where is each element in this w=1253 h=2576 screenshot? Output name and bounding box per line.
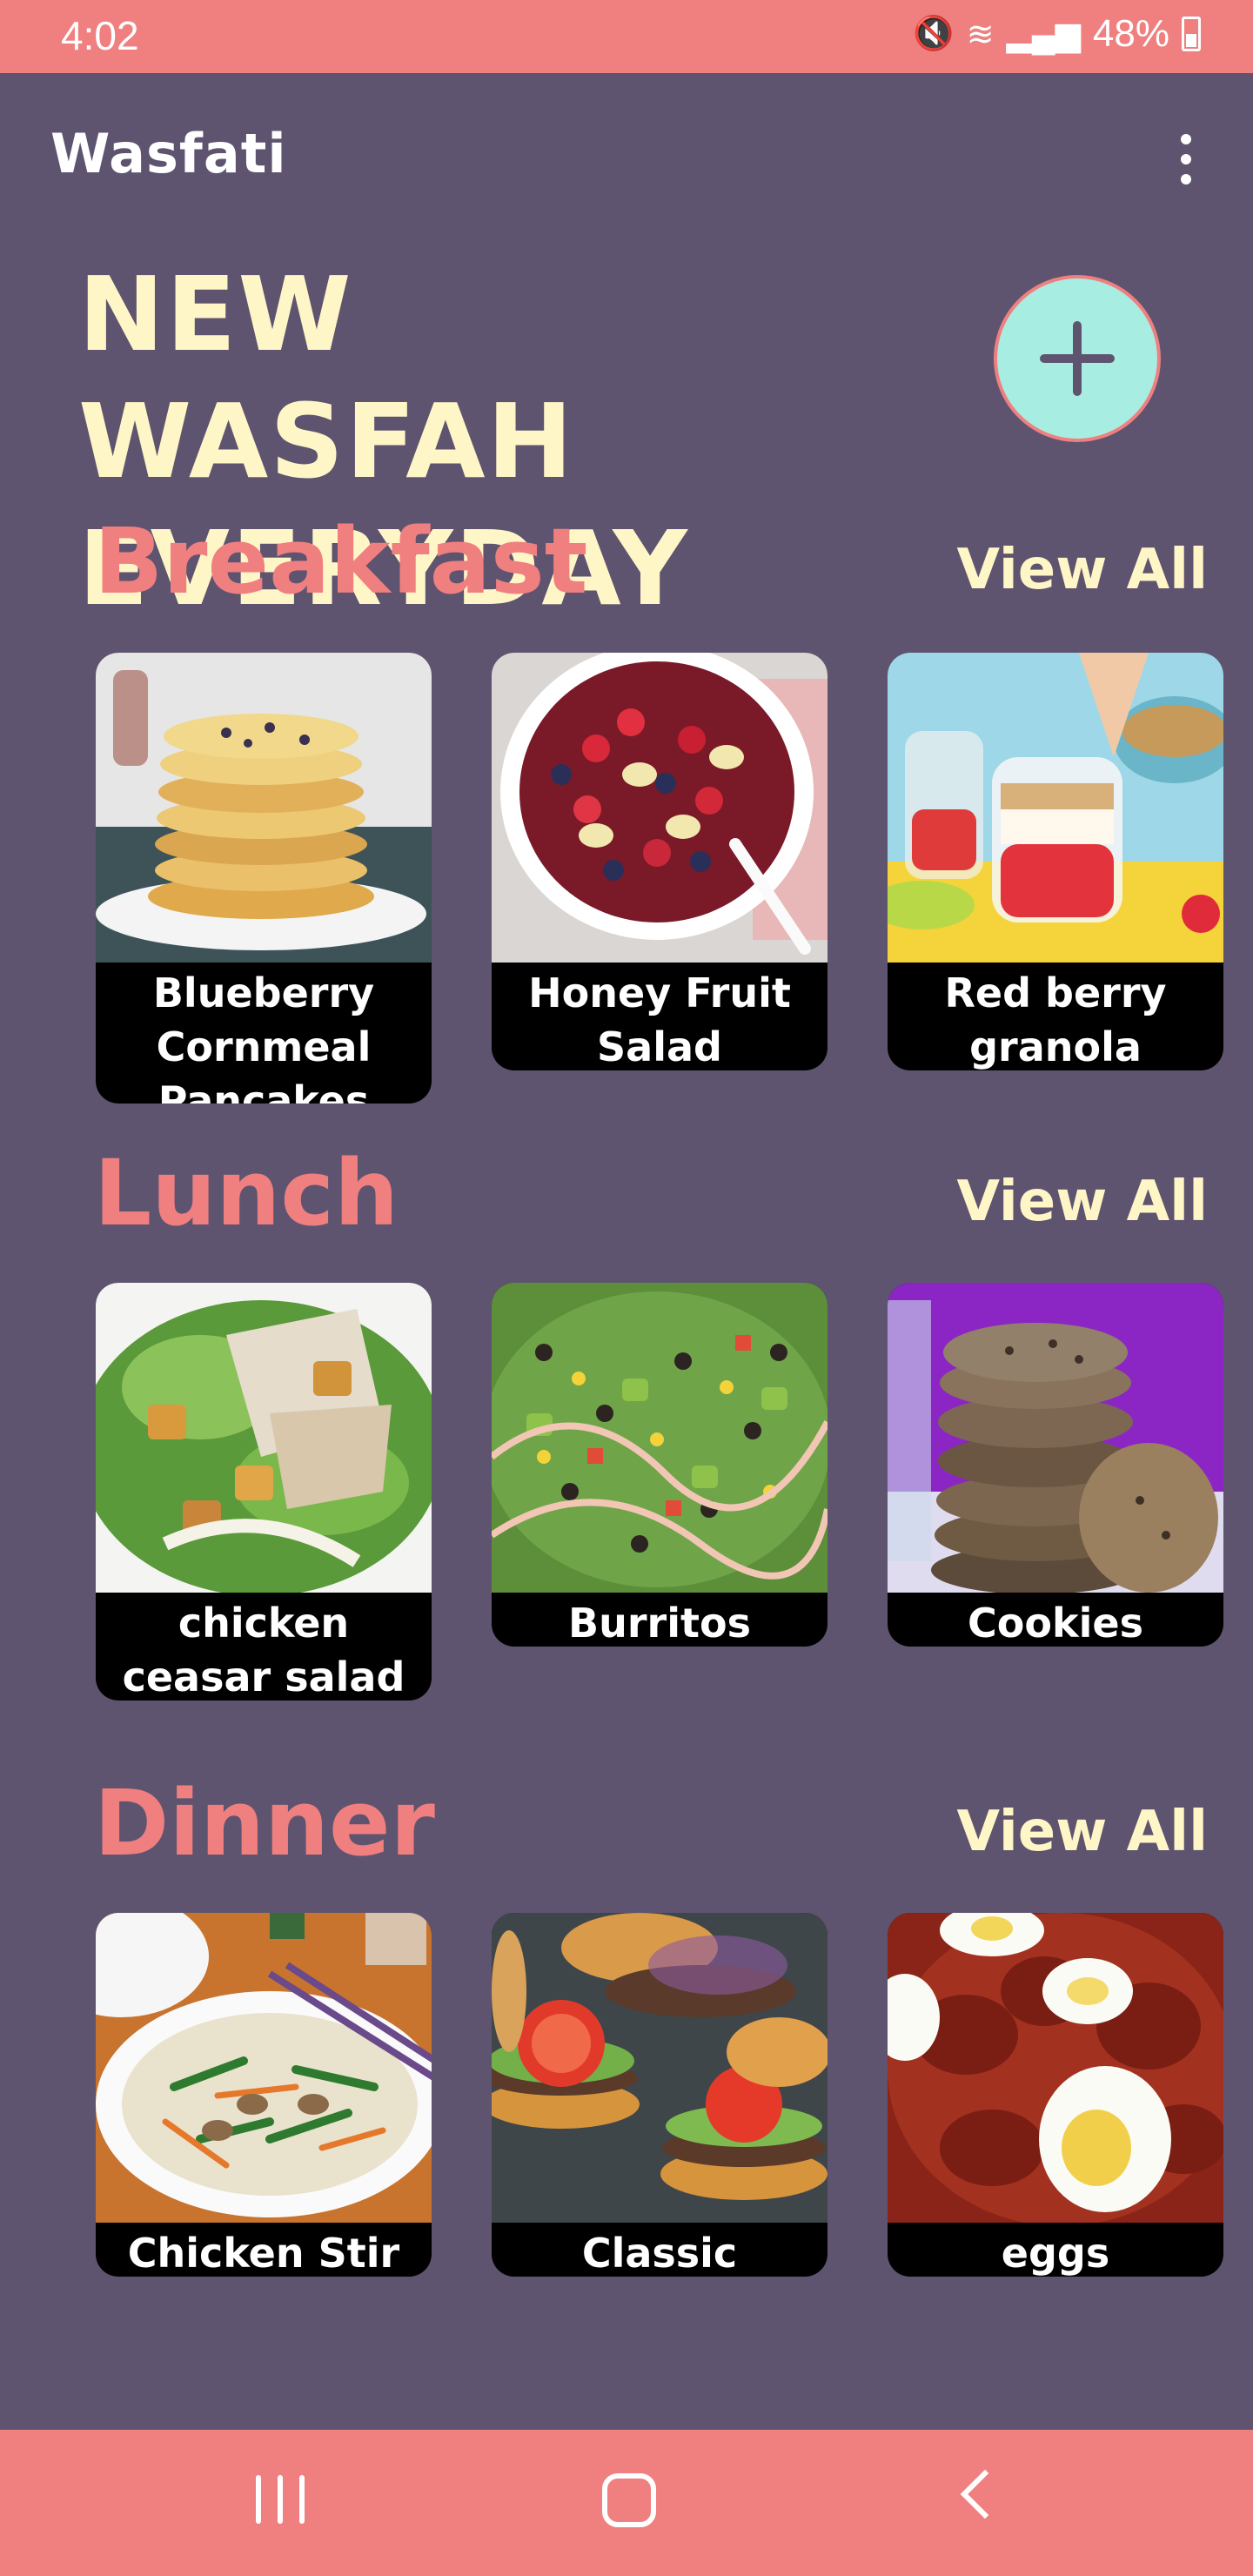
overflow-menu-icon[interactable] <box>1163 129 1209 190</box>
recipe-name: Blueberry Cornmeal Pancakes <box>152 969 375 1104</box>
app-title: Wasfati <box>50 122 287 185</box>
add-recipe-button[interactable] <box>994 275 1161 442</box>
home-button[interactable] <box>602 2473 656 2527</box>
view-all-breakfast-button[interactable]: View All <box>956 538 1208 602</box>
recipe-card-classic-burger[interactable]: Classic Burger <box>492 1913 828 2277</box>
recipe-card-blueberry-pancakes[interactable]: Blueberry Cornmeal Pancakes <box>96 653 432 1104</box>
recipe-card-chicken-stir-fry[interactable]: Chicken Stir Fry <box>96 1913 432 2277</box>
section-title-breakfast: Breakfast <box>94 508 588 614</box>
recipe-card-cookies[interactable]: Cookies <box>888 1283 1223 1647</box>
recipe-name: eggs <box>1001 2230 1110 2277</box>
caesar-salad-image <box>96 1283 432 1596</box>
eggs-image <box>888 1913 1223 2226</box>
signal-icon: ▂▄▆ <box>1006 16 1081 53</box>
recipe-name: Cookies <box>968 1600 1143 1647</box>
status-time: 4:02 <box>61 13 139 58</box>
pancakes-image <box>96 653 432 963</box>
section-title-dinner: Dinner <box>94 1770 435 1876</box>
recipe-card-eggs[interactable]: eggs <box>888 1913 1223 2277</box>
battery-percent: 48% <box>1092 12 1169 55</box>
system-nav-bar <box>0 2430 1253 2576</box>
granola-yogurt-image <box>888 653 1223 963</box>
mute-icon: 🔇 <box>913 16 955 52</box>
burrito-bowl-image <box>492 1283 828 1593</box>
recipe-name: Chicken Stir Fry <box>127 2230 400 2277</box>
back-button[interactable] <box>960 2469 1010 2519</box>
stir-fry-image <box>96 1913 432 2223</box>
recipe-card-red-berry-granola[interactable]: Red berry granola yogurt <box>888 653 1223 1070</box>
recipe-name: Classic Burger <box>581 2230 738 2277</box>
status-icons: 🔇 ≋ ▂▄▆ 48% <box>913 12 1201 56</box>
recipe-name: Red berry granola yogurt <box>944 969 1167 1070</box>
fruit-salad-image <box>492 653 828 963</box>
section-title-lunch: Lunch <box>94 1140 399 1246</box>
burger-image <box>492 1913 828 2223</box>
view-all-lunch-button[interactable]: View All <box>956 1170 1208 1234</box>
view-all-dinner-button[interactable]: View All <box>956 1800 1208 1864</box>
hero-line-1: NEW WASFAH <box>78 254 575 501</box>
recipe-name: Honey Fruit Salad <box>528 969 791 1070</box>
recipe-name: chicken ceasar salad <box>122 1600 405 1701</box>
recipe-name: Burritos Bowls <box>568 1600 751 1647</box>
recipe-card-honey-fruit-salad[interactable]: Honey Fruit Salad <box>492 653 828 1070</box>
recents-button[interactable] <box>256 2475 305 2524</box>
cookies-image <box>888 1283 1223 1594</box>
recipe-card-burritos-bowls[interactable]: Burritos Bowls <box>492 1283 828 1647</box>
status-bar: 4:02 🔇 ≋ ▂▄▆ 48% <box>0 0 1253 73</box>
battery-icon <box>1182 17 1201 51</box>
recipe-card-chicken-caesar-salad[interactable]: chicken ceasar salad <box>96 1283 432 1701</box>
wifi-icon: ≋ <box>966 16 995 53</box>
